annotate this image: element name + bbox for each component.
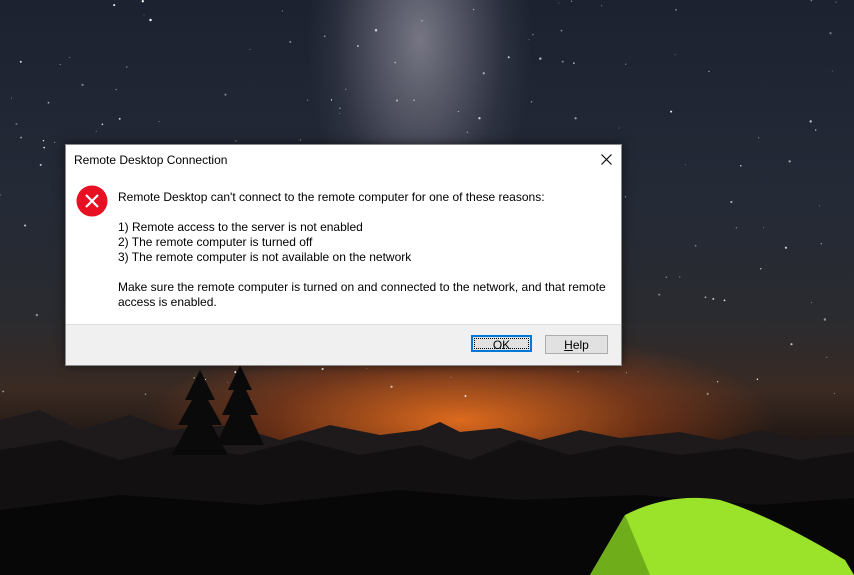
- help-button[interactable]: Help: [545, 335, 608, 354]
- reason-item: 2) The remote computer is turned off: [118, 235, 313, 249]
- help-label-mnemonic: H: [564, 338, 573, 352]
- close-icon: [600, 154, 612, 165]
- pine-tree: [216, 365, 264, 445]
- error-icon: [76, 185, 108, 217]
- reason-item: 1) Remote access to the server is not en…: [118, 220, 363, 234]
- help-label-rest: elp: [572, 338, 589, 352]
- title-bar: Remote Desktop Connection: [66, 145, 621, 174]
- dialog-message: Remote Desktop can't connect to the remo…: [118, 190, 613, 310]
- close-button[interactable]: [591, 145, 621, 174]
- ok-button[interactable]: OK: [471, 335, 532, 352]
- error-message: Remote Desktop can't connect to the remo…: [118, 190, 545, 204]
- dialog-title: Remote Desktop Connection: [74, 153, 228, 167]
- error-dialog: Remote Desktop Connection Remote Desktop…: [65, 144, 622, 366]
- reason-item: 3) The remote computer is not available …: [118, 250, 412, 264]
- advice-text: Make sure the remote computer is turned …: [118, 280, 606, 309]
- button-bar: OK Help: [66, 324, 621, 365]
